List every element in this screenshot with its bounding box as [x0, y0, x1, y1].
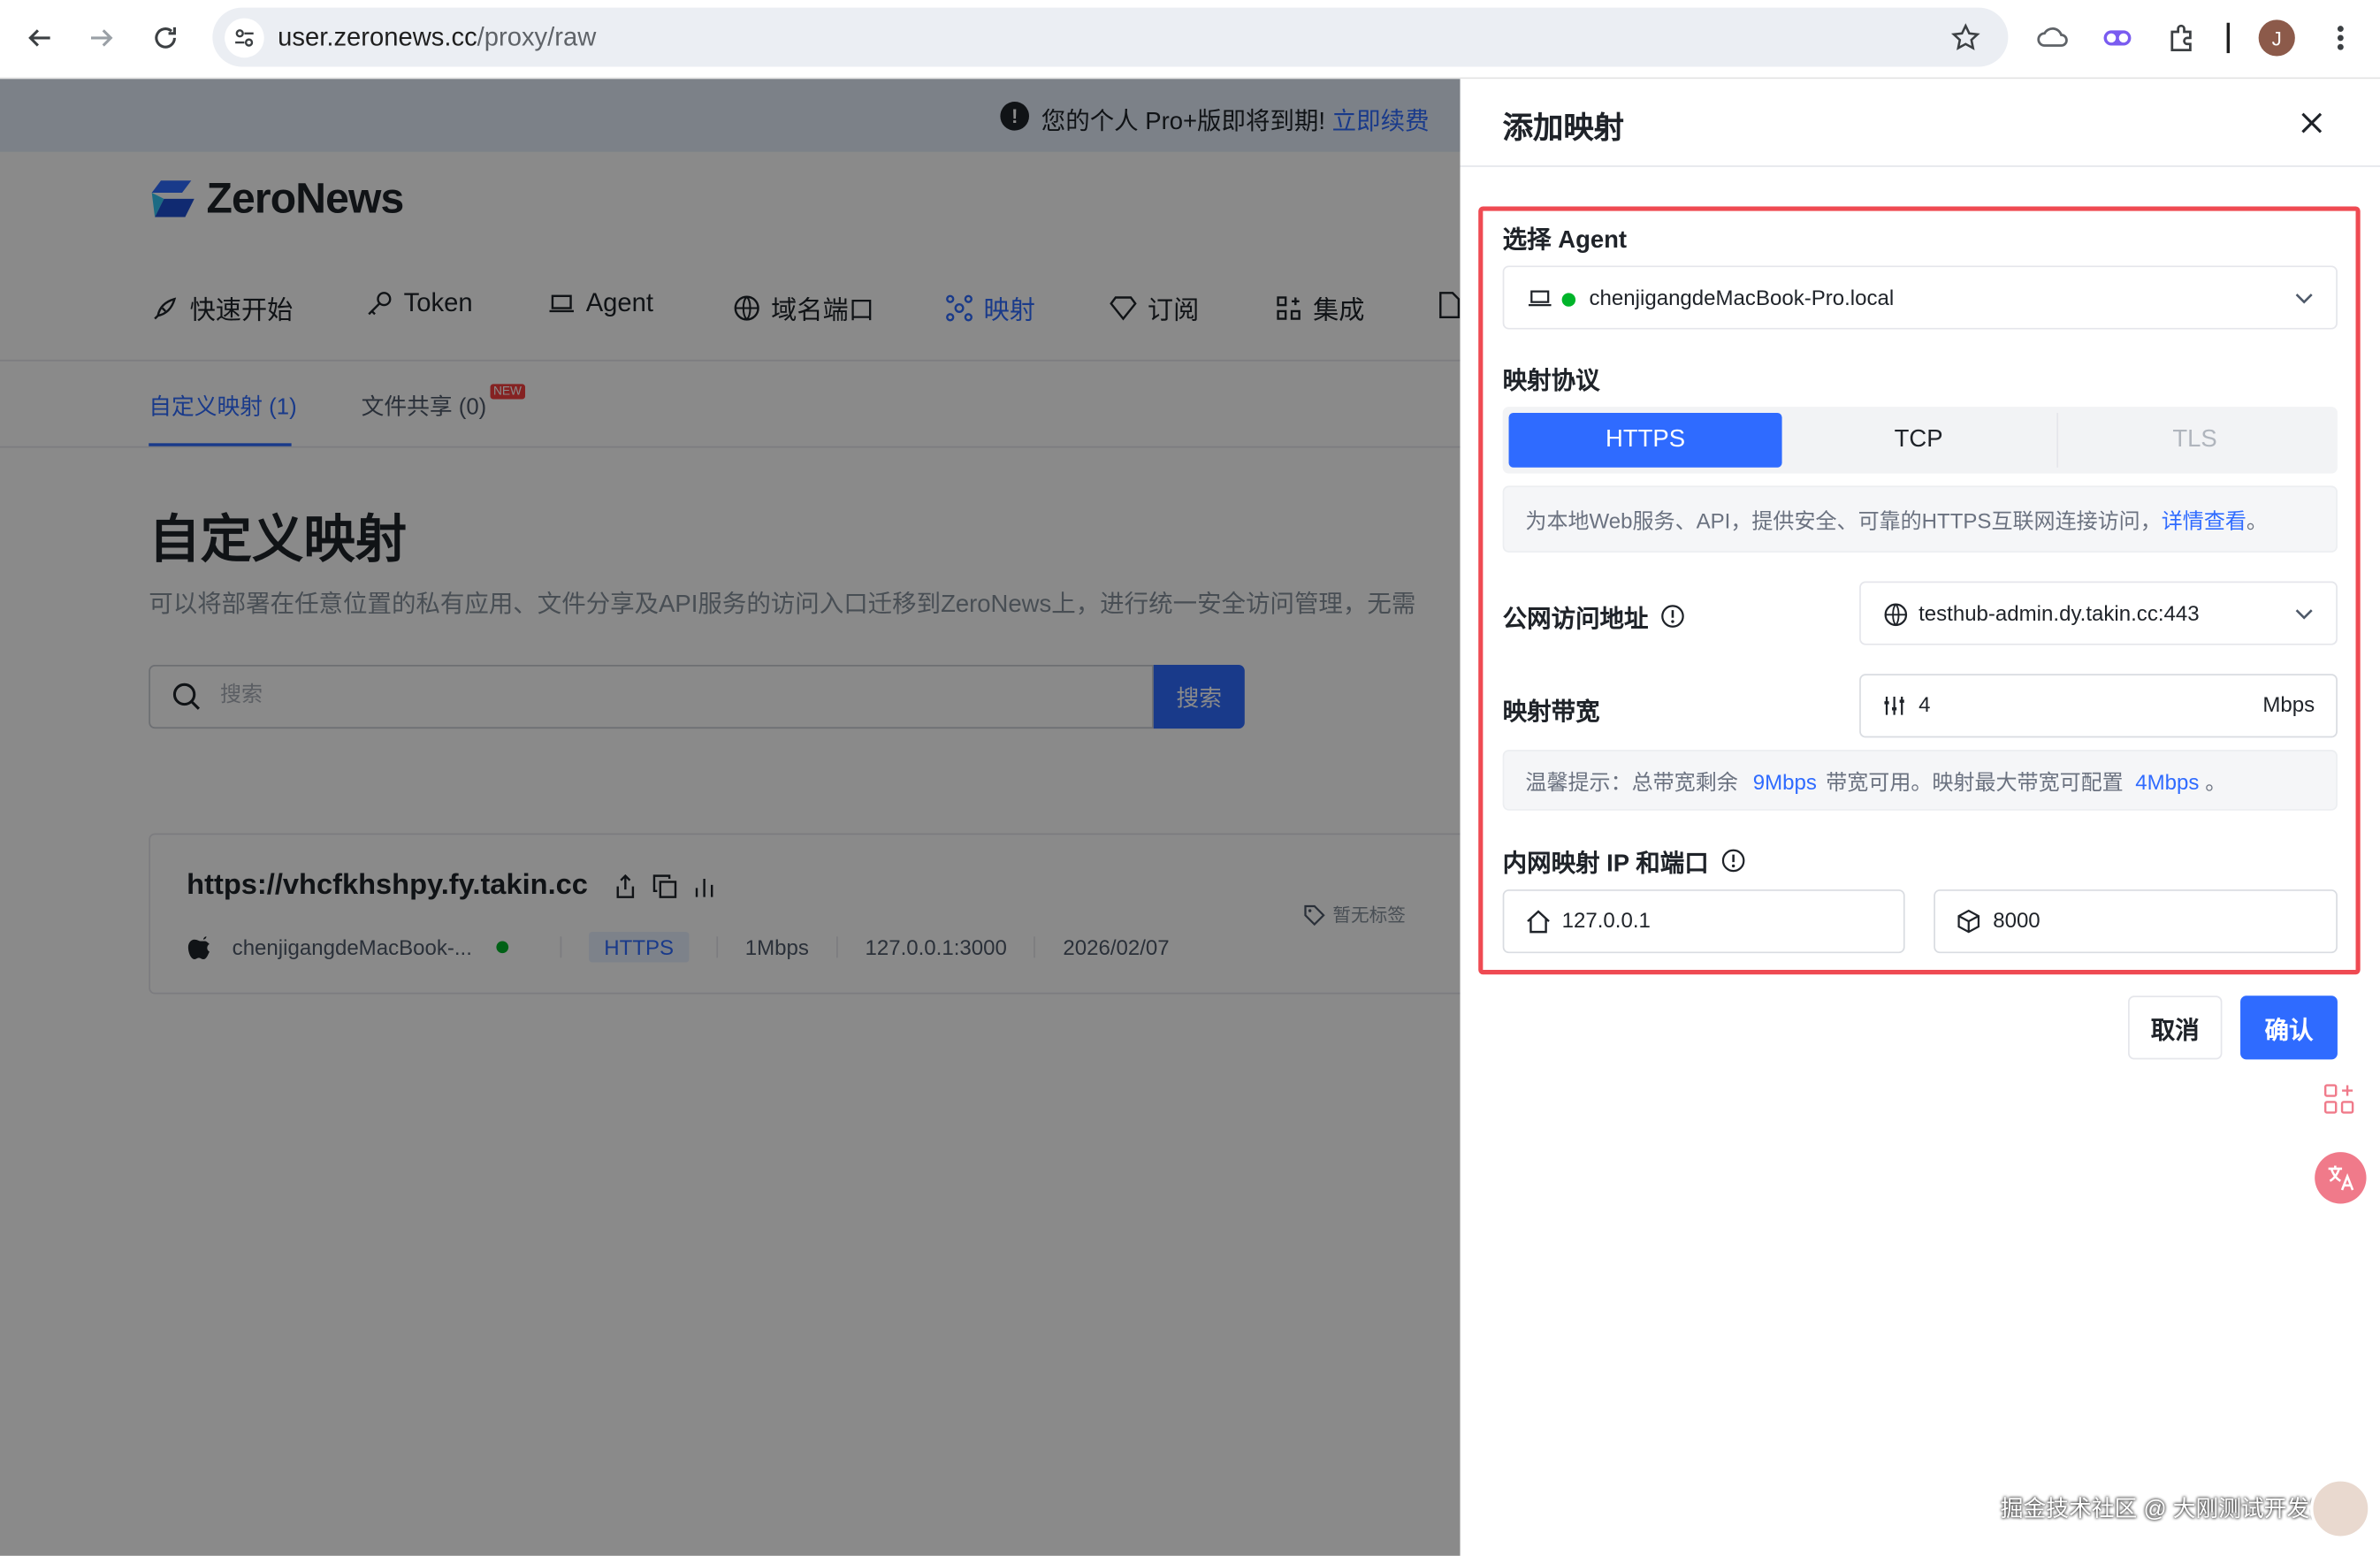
- local-port-value: 8000: [1993, 907, 2041, 933]
- cancel-button[interactable]: 取消: [2128, 995, 2223, 1060]
- arrow-right-icon: [91, 29, 113, 47]
- toolbar-divider: [2226, 22, 2231, 54]
- back-button[interactable]: [17, 15, 63, 61]
- protocol-info-end: 。: [2246, 508, 2268, 533]
- agent-select[interactable]: chenjigangdeMacBook-Pro.local: [1502, 265, 2338, 330]
- puzzle-icon: [2170, 24, 2192, 52]
- modal-overlay[interactable]: [0, 79, 1461, 1556]
- close-icon: [2301, 112, 2323, 133]
- tip-mid: 带宽可用。映射最大带宽可配置: [1826, 769, 2124, 794]
- browser-menu-button[interactable]: [2321, 19, 2361, 58]
- drawer-title: 添加映射: [1502, 112, 1625, 146]
- public-address-select[interactable]: testhub-admin.dy.takin.cc:443: [1859, 581, 2338, 645]
- bandwidth-input[interactable]: 4 Mbps: [1859, 674, 2338, 738]
- tip-max: 4Mbps: [2135, 769, 2200, 794]
- chevron-down-icon: [2295, 294, 2313, 304]
- drawer-header: 添加映射: [1460, 79, 2380, 167]
- browser-toolbar: user.zeronews.cc/proxy/raw J: [0, 0, 2380, 80]
- goggles-icon: [2103, 30, 2132, 46]
- floating-translate-button[interactable]: [2315, 1152, 2367, 1204]
- bandwidth-unit: Mbps: [2262, 691, 2315, 717]
- extension-cloud-button[interactable]: [2034, 19, 2074, 58]
- translate-icon: [2328, 1165, 2354, 1191]
- bandwidth-tip: 温馨提示：总带宽剩余 9Mbps 带宽可用。映射最大带宽可配置 4Mbps。: [1502, 750, 2338, 811]
- info-icon[interactable]: [1720, 849, 1744, 873]
- url-text: user.zeronews.cc/proxy/raw: [278, 23, 596, 53]
- globe-icon: [1884, 603, 1908, 627]
- address-bar[interactable]: user.zeronews.cc/proxy/raw: [212, 7, 2009, 67]
- protocol-info: 为本地Web服务、API，提供安全、可靠的HTTPS互联网连接访问，详情查看。: [1502, 485, 2338, 553]
- public-address-value: testhub-admin.dy.takin.cc:443: [1918, 600, 2200, 626]
- more-vertical-icon: [2337, 26, 2344, 50]
- floating-apps-button[interactable]: [2310, 1070, 2369, 1128]
- protocol-label: 映射协议: [1502, 369, 1600, 395]
- star-icon[interactable]: [1950, 23, 1980, 53]
- agent-value: chenjigangdeMacBook-Pro.local: [1589, 285, 1895, 310]
- watermark-avatar: [2310, 1478, 2371, 1539]
- site-info-button[interactable]: [225, 18, 264, 58]
- add-mapping-drawer: 添加映射 选择 Agent chenjigangdeMacBook-Pro.lo…: [1460, 79, 2380, 1556]
- extension-vr-button[interactable]: [2098, 19, 2138, 58]
- forward-button[interactable]: [79, 15, 125, 61]
- details-link[interactable]: 详情查看: [2162, 508, 2247, 532]
- url-path: /proxy/raw: [477, 22, 597, 52]
- arrow-left-icon: [28, 29, 50, 47]
- chevron-down-icon: [2295, 609, 2313, 620]
- local-ip-input[interactable]: 127.0.0.1: [1502, 889, 1905, 954]
- local-ip-value: 127.0.0.1: [1561, 907, 1651, 933]
- sliders-icon: [1884, 697, 1904, 715]
- laptop-icon: [1528, 290, 1552, 307]
- local-address-label-text: 内网映射 IP 和端口: [1502, 851, 1709, 878]
- protocol-info-text: 为本地Web服务、API，提供安全、可靠的HTTPS互联网连接访问，: [1525, 508, 2162, 533]
- protocol-option-tls[interactable]: TLS: [2058, 413, 2331, 468]
- cube-icon: [1957, 909, 1980, 934]
- local-port-input[interactable]: 8000: [1934, 889, 2338, 954]
- profile-avatar[interactable]: J: [2258, 19, 2295, 57]
- online-status-dot: [1561, 293, 1576, 307]
- cloud-icon: [2037, 27, 2068, 47]
- apps-sparkle-icon: [2323, 1084, 2354, 1114]
- home-icon: [1527, 910, 1550, 934]
- bandwidth-value: 4: [1918, 691, 1931, 717]
- protocol-segmented-control: HTTPS TCP TLS: [1502, 407, 2338, 474]
- close-button[interactable]: [2293, 104, 2330, 141]
- url-host: user.zeronews.cc: [278, 22, 477, 52]
- tip-prefix: 温馨提示：总带宽剩余: [1525, 769, 1738, 794]
- tip-end: 。: [2205, 769, 2227, 794]
- public-address-label-text: 公网访问地址: [1502, 606, 1649, 633]
- extensions-button[interactable]: [2162, 19, 2201, 58]
- reload-icon: [155, 27, 176, 49]
- protocol-option-tcp[interactable]: TCP: [1782, 413, 2056, 468]
- confirm-button[interactable]: 确认: [2240, 995, 2338, 1060]
- info-icon[interactable]: [1660, 604, 1684, 628]
- reload-button[interactable]: [142, 15, 188, 61]
- protocol-option-https[interactable]: HTTPS: [1508, 412, 1782, 468]
- public-address-label: 公网访问地址: [1503, 598, 1685, 634]
- bandwidth-label: 映射带宽: [1502, 699, 1600, 726]
- local-address-label: 内网映射 IP 和端口: [1503, 843, 1745, 879]
- tip-remaining: 9Mbps: [1752, 769, 1817, 794]
- tune-icon: [235, 29, 254, 47]
- watermark-text: 掘金技术社区 @ 大刚测试开发实战: [2000, 1496, 2355, 1522]
- agent-label: 选择 Agent: [1502, 227, 1628, 254]
